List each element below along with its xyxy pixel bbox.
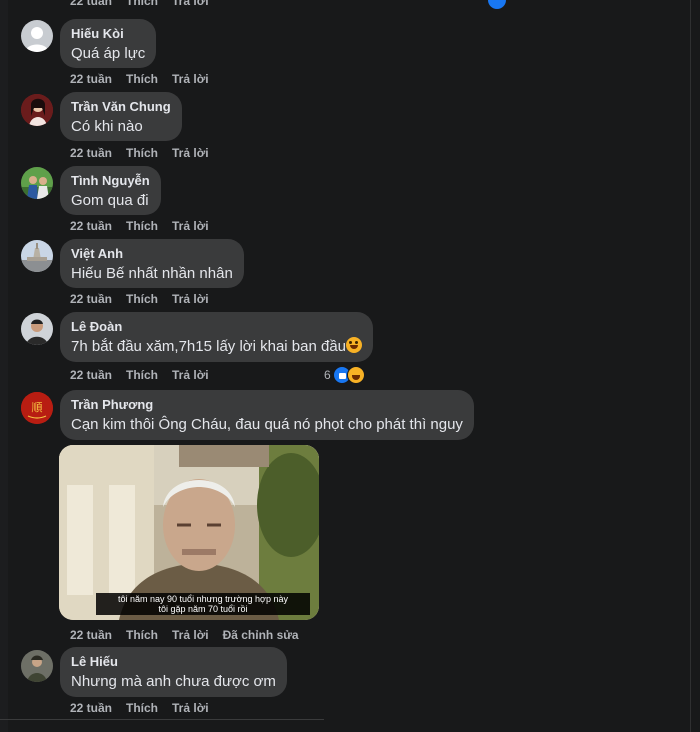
avatar[interactable] — [21, 650, 53, 682]
timestamp[interactable]: 22 tuần — [70, 291, 112, 307]
subtitle-line: tôi gặp năm 70 tuổi rồi — [158, 604, 248, 614]
comment-author[interactable]: Hiếu Kòi — [71, 26, 145, 42]
comment-actions: 22 tuần Thích Trả lời — [70, 367, 223, 383]
comment-actions: 22 tuần Thích Trả lời Đã chỉnh sửa — [70, 627, 313, 643]
timestamp[interactable]: 22 tuần — [70, 71, 112, 87]
reaction-summary[interactable]: 6 — [324, 366, 365, 384]
comment-bubble: Trần Phương Cạn kim thôi Ông Cháu, đau q… — [60, 390, 474, 440]
comment-author[interactable]: Lê Đoàn — [71, 319, 362, 335]
comment-bubble: Việt Anh Hiếu Bế nhất nhần nhân — [60, 239, 244, 288]
comment-author[interactable]: Trần Phương — [71, 397, 463, 413]
like-reaction-icon[interactable] — [488, 0, 506, 9]
subtitle-line: tôi năm nay 90 tuổi nhưng trường hợp này — [118, 594, 288, 604]
scrollbar-divider — [690, 0, 691, 732]
comment-bubble: Tình Nguyễn Gom qua đi — [60, 166, 161, 215]
comment-author[interactable]: Tình Nguyễn — [71, 173, 150, 189]
comment-author[interactable]: Trần Văn Chung — [71, 99, 171, 115]
reply-link[interactable]: Trả lời — [172, 367, 209, 383]
comment-text: 7h bắt đầu xăm,7h15 lấy lời khai ban đầu — [71, 337, 363, 357]
timestamp[interactable]: 22 tuần — [70, 218, 112, 234]
haha-icon — [346, 366, 365, 384]
like-link[interactable]: Thích — [126, 71, 158, 87]
comment-text: Hiếu Bế nhất nhần nhân — [71, 265, 233, 282]
avatar[interactable] — [21, 313, 53, 345]
comment-bubble: Trần Văn Chung Có khi nào — [60, 92, 182, 141]
reply-link[interactable]: Trả lời — [172, 0, 209, 9]
comment-text: Quá áp lực — [71, 45, 146, 62]
reply-link[interactable]: Trả lời — [172, 700, 209, 716]
like-link[interactable]: Thích — [126, 291, 158, 307]
like-link[interactable]: Thích — [126, 145, 158, 161]
comment-text: Có khi nào — [71, 118, 143, 135]
reaction-count: 6 — [324, 368, 331, 382]
edited-label[interactable]: Đã chỉnh sửa — [223, 627, 299, 643]
comment-bubble: Hiếu Kòi Quá áp lực — [60, 19, 157, 68]
section-divider — [0, 719, 324, 720]
video-subtitle: tôi năm nay 90 tuổi nhưng trường hợp này… — [96, 593, 310, 615]
reply-link[interactable]: Trả lời — [172, 145, 209, 161]
svg-text:順: 順 — [32, 401, 43, 414]
avatar[interactable] — [21, 20, 53, 52]
timestamp[interactable]: 22 tuần — [70, 145, 112, 161]
avatar[interactable] — [21, 167, 53, 199]
comment-text: Cạn kim thôi Ông Cháu, đau quá nó phọt c… — [71, 416, 463, 433]
timestamp[interactable]: 22 tuần — [70, 700, 112, 716]
like-link[interactable]: Thích — [126, 218, 158, 234]
comment-bubble: Lê Hiếu Nhưng mà anh chưa được ơm — [60, 647, 287, 697]
timestamp[interactable]: 22 tuần — [70, 627, 112, 643]
comment-actions: 22 tuần Thích Trả lời — [70, 291, 223, 307]
comment-text: Nhưng mà anh chưa được ơm — [71, 673, 276, 690]
timestamp[interactable]: 22 tuần — [70, 0, 112, 9]
like-link[interactable]: Thích — [126, 0, 158, 9]
comment-actions-top: 22 tuần Thích Trả lời — [70, 0, 223, 9]
avatar[interactable] — [21, 240, 53, 272]
avatar[interactable] — [21, 94, 53, 126]
comment-actions: 22 tuần Thích Trả lời — [70, 700, 223, 716]
like-link[interactable]: Thích — [126, 367, 158, 383]
comment-bubble: Lê Đoàn 7h bắt đầu xăm,7h15 lấy lời khai… — [60, 312, 374, 362]
comment-actions: 22 tuần Thích Trả lời — [70, 71, 223, 87]
left-panel-edge — [0, 0, 8, 732]
reply-link[interactable]: Trả lời — [172, 291, 209, 307]
reply-link[interactable]: Trả lời — [172, 218, 209, 234]
avatar[interactable]: 順 — [21, 392, 53, 424]
comment-author[interactable]: Việt Anh — [71, 246, 233, 262]
reply-link[interactable]: Trả lời — [172, 627, 209, 643]
timestamp[interactable]: 22 tuần — [70, 367, 112, 383]
comment-actions: 22 tuần Thích Trả lời — [70, 218, 223, 234]
like-link[interactable]: Thích — [126, 700, 158, 716]
comment-actions: 22 tuần Thích Trả lời — [70, 145, 223, 161]
like-link[interactable]: Thích — [126, 627, 158, 643]
comment-text: Gom qua đi — [71, 192, 149, 209]
comment-text-content: 7h bắt đầu xăm,7h15 lấy lời khai ban đầu — [71, 338, 347, 355]
rofl-emoji-icon — [346, 337, 363, 353]
reply-link[interactable]: Trả lời — [172, 71, 209, 87]
comment-author[interactable]: Lê Hiếu — [71, 654, 276, 670]
